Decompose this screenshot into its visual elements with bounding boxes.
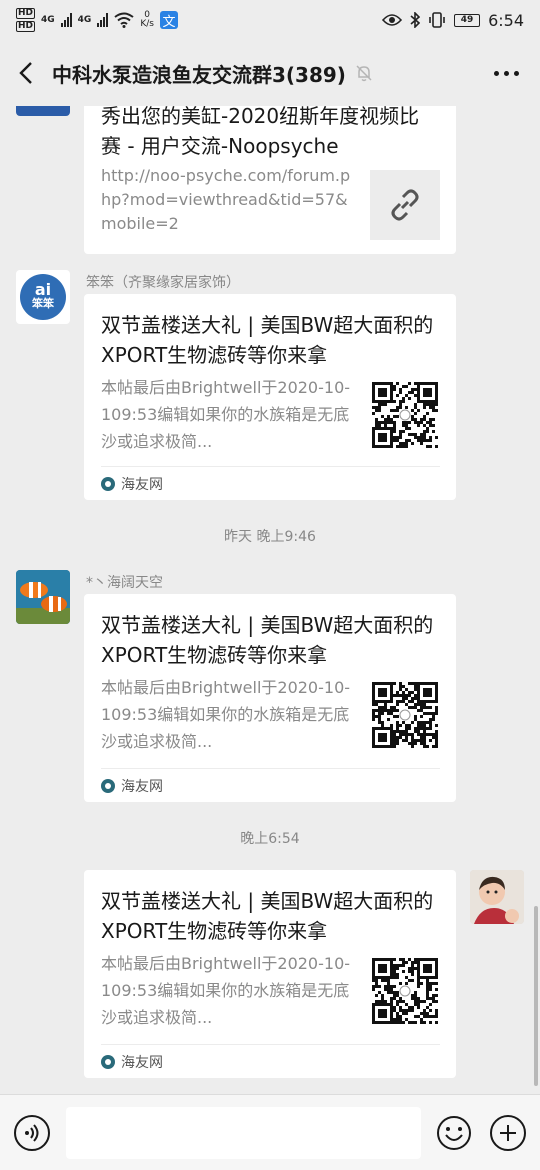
voice-icon xyxy=(25,1124,39,1142)
chevron-left-icon xyxy=(19,62,32,84)
sender-name: *丶海阔天空 xyxy=(86,575,163,591)
back-button[interactable] xyxy=(0,40,52,106)
message-list[interactable]: 秀出您的美缸-2020纽斯年度视频比赛 - 用户交流-Noopsyche htt… xyxy=(0,106,540,1094)
vibrate-icon xyxy=(429,12,445,28)
emoji-button[interactable] xyxy=(436,1115,472,1151)
qr-code-thumbnail xyxy=(372,958,438,1024)
hd-badge: HD xyxy=(16,8,36,19)
qr-code-thumbnail xyxy=(372,682,438,748)
card-description: 本帖最后由Brightwell于2020-10-109:53编辑如果你的水族箱是… xyxy=(101,678,351,751)
card-title: 双节盖楼送大礼 | 美国BW超大面积的XPORT生物滤砖等你来拿 xyxy=(101,889,434,943)
chat-header: 中科水泵造浪鱼友交流群3(389) xyxy=(0,40,540,106)
my-avatar[interactable] xyxy=(470,870,524,924)
source-name: 海友网 xyxy=(121,778,163,795)
link-card[interactable]: 双节盖楼送大礼 | 美国BW超大面积的XPORT生物滤砖等你来拿 本帖最后由Br… xyxy=(84,594,456,802)
card-source: 海友网 xyxy=(101,768,440,802)
network-type: 4G xyxy=(77,14,92,25)
card-title: 双节盖楼送大礼 | 美国BW超大面积的XPORT生物滤砖等你来拿 xyxy=(101,313,434,367)
signal-icon xyxy=(60,13,72,27)
bluetooth-icon xyxy=(410,12,421,28)
sender-name: 笨笨（齐聚缘家居家饰） xyxy=(86,275,240,291)
avatar[interactable] xyxy=(16,106,70,116)
timestamp: 昨天 晚上9:46 xyxy=(224,529,316,545)
card-source: 海友网 xyxy=(101,1044,440,1078)
message-input[interactable] xyxy=(66,1107,421,1159)
scroll-indicator[interactable] xyxy=(534,906,538,1086)
timestamp: 晚上6:54 xyxy=(240,831,300,847)
link-card[interactable]: 秀出您的美缸-2020纽斯年度视频比赛 - 用户交流-Noopsyche htt… xyxy=(84,106,456,254)
network-type: 4G xyxy=(41,14,55,25)
card-title: 双节盖楼送大礼 | 美国BW超大面积的XPORT生物滤砖等你来拿 xyxy=(101,613,434,667)
link-icon xyxy=(391,189,419,221)
child-photo-avatar-image xyxy=(470,870,524,924)
link-card[interactable]: 双节盖楼送大礼 | 美国BW超大面积的XPORT生物滤砖等你来拿 本帖最后由Br… xyxy=(84,870,456,1078)
net-speed-unit: K/s xyxy=(140,19,154,29)
input-bar xyxy=(0,1094,540,1170)
card-description: 本帖最后由Brightwell于2020-10-109:53编辑如果你的水族箱是… xyxy=(101,378,351,451)
chat-title[interactable]: 中科水泵造浪鱼友交流群3(389) xyxy=(52,59,346,88)
source-name: 海友网 xyxy=(121,1054,163,1071)
source-icon xyxy=(101,476,115,491)
avatar-text: 笨笨 xyxy=(32,297,54,310)
link-card[interactable]: 双节盖楼送大礼 | 美国BW超大面积的XPORT生物滤砖等你来拿 本帖最后由Br… xyxy=(84,294,456,500)
more-actions-button[interactable] xyxy=(490,1115,526,1151)
hd-badge: HD xyxy=(16,21,36,32)
card-url: http://noo-psyche.com/forum.php?mod=view… xyxy=(101,166,351,233)
source-name: 海友网 xyxy=(121,476,163,493)
mute-bell-icon xyxy=(356,65,372,82)
source-icon xyxy=(101,1054,115,1069)
voice-input-button[interactable] xyxy=(14,1115,50,1151)
clownfish-avatar-image xyxy=(16,570,70,624)
avatar[interactable] xyxy=(16,570,70,624)
clock: 6:54 xyxy=(488,10,524,30)
card-source: 海友网 xyxy=(101,466,440,500)
signal-icon xyxy=(97,13,109,27)
qr-code-thumbnail xyxy=(372,382,438,448)
link-thumbnail xyxy=(370,170,440,240)
wifi-icon xyxy=(114,12,134,28)
app-notification-icon: 文 xyxy=(159,11,178,30)
status-bar: HD HD 4G 4G 0 K/s 文 49 6:54 xyxy=(0,0,540,40)
avatar[interactable]: ai 笨笨 xyxy=(16,270,70,324)
card-title: 秀出您的美缸-2020纽斯年度视频比赛 - 用户交流-Noopsyche xyxy=(101,106,420,158)
more-options-button[interactable] xyxy=(486,58,526,88)
plus-icon xyxy=(500,1125,516,1141)
source-icon xyxy=(101,778,115,793)
eye-icon xyxy=(382,14,403,26)
card-description: 本帖最后由Brightwell于2020-10-109:53编辑如果你的水族箱是… xyxy=(101,954,351,1027)
avatar-logo: ai 笨笨 xyxy=(20,274,66,320)
battery-icon: 49 xyxy=(454,13,481,27)
